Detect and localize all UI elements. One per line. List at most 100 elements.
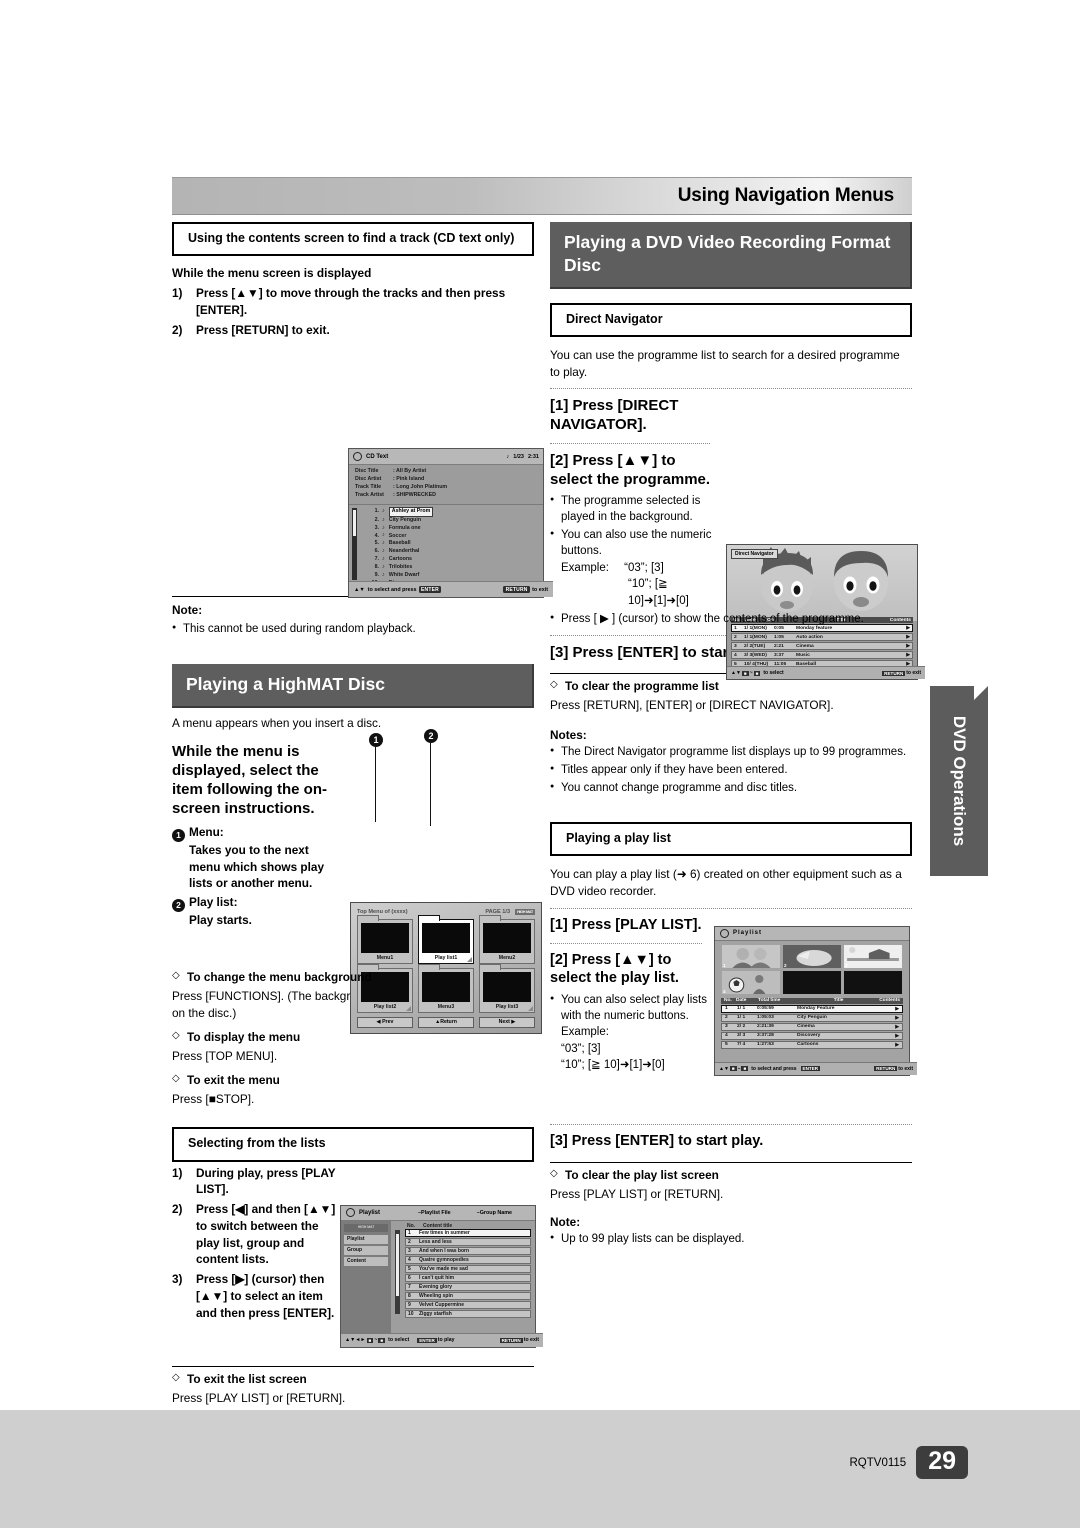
cell-date: 2/ 2(TUE) xyxy=(744,643,766,649)
cell-no: 2 xyxy=(734,634,737,640)
playlist-row[interactable]: 9 Velvet Cuppermine xyxy=(405,1300,531,1309)
track-title: Trilobites xyxy=(388,564,413,571)
table-row[interactable]: 3 2/ 2(TUE) 2:21 Cinema ▶ xyxy=(731,642,913,651)
track-row[interactable]: 2. ♪ City Penguin xyxy=(365,517,539,525)
thumbnail[interactable]: 4 xyxy=(722,970,780,994)
playlist-row[interactable]: 6 I can't quit him xyxy=(405,1273,531,1282)
highmat-cell-playlist1[interactable]: Play list1 xyxy=(418,914,474,964)
direct-navigator-tag: Direct Navigator xyxy=(731,549,778,560)
dn-step-1: [1] Press [DIRECT NAVIGATOR]. xyxy=(550,397,679,434)
section-heading-selecting-lists: Selecting from the lists xyxy=(172,1127,534,1162)
playlist-label: Playlist xyxy=(359,1209,381,1216)
next-button[interactable]: Next ▶ xyxy=(479,1016,535,1028)
chevron-right-icon: ▶ xyxy=(906,635,910,641)
meta-label: Disc Title xyxy=(355,468,379,475)
dotted-divider xyxy=(550,942,702,944)
page-footer: RQTV0115 29 xyxy=(0,1410,1080,1528)
cell-no: 4 xyxy=(734,652,737,658)
chevron-right-icon: ▶ xyxy=(895,1042,899,1048)
cell-label: Menu2 xyxy=(498,954,516,961)
callout-1: 1 xyxy=(369,732,383,747)
callout-2-leader xyxy=(430,742,432,826)
note-icon: ♪ xyxy=(382,524,385,531)
table-row[interactable]: 4 3/ 3(WED) 3:37 Music ▶ xyxy=(731,651,913,660)
exit-list-text: Press [PLAY LIST] or [RETURN]. xyxy=(172,1390,346,1405)
table-row[interactable]: 2 1/ 1 1:05:03 City Penguin ▶ xyxy=(721,1013,903,1022)
highmat-cell-menu1[interactable]: Menu1 xyxy=(357,914,413,964)
elapsed-time: 2:31 xyxy=(527,453,539,460)
col-no: No. xyxy=(724,998,732,1004)
highmat-playlist-screen: Playlist –Playlist File –Group Name HIGH… xyxy=(340,1204,543,1348)
note-text: Up to 99 play lists can be displayed. xyxy=(550,1231,912,1247)
playlist-row[interactable]: 3 And when I was born xyxy=(405,1246,531,1255)
track-row[interactable]: 7. ♪ Cartoons xyxy=(365,556,539,564)
fold-corner-icon xyxy=(406,1005,411,1011)
play-list-footer: ▲▼ ■ – ■ to select and press ENTER RETURN … xyxy=(715,1061,917,1075)
track-row[interactable]: 5. ♪ Baseball xyxy=(365,540,539,548)
cd-text-track-list[interactable]: 1. ♪ Ashley at Prom 2. ♪ City Penguin 3. ♪ For… xyxy=(349,505,543,586)
dotted-divider xyxy=(550,442,710,444)
callout-2: 2 xyxy=(424,728,438,743)
playlist-file-col: –Playlist File xyxy=(418,1209,451,1216)
playlist-row[interactable]: 1 Few times in summer xyxy=(405,1228,531,1237)
table-row[interactable]: 5 7/ 4 1:27:53 Cartoons ▶ xyxy=(721,1040,903,1049)
playlist-row[interactable]: 8 Wheeling spin xyxy=(405,1291,531,1300)
note-icon: ♪ xyxy=(382,532,385,539)
sidebar-item-group[interactable]: Group xyxy=(344,1245,388,1255)
thumbnail[interactable]: 2 xyxy=(783,944,841,968)
play-list-thumbnails: 1 2 3 4 xyxy=(715,941,909,998)
clear-play-list-title: To clear the play list screen xyxy=(550,1168,912,1182)
subsection-heading-direct-navigator: Direct Navigator xyxy=(550,302,912,337)
foot-hint: to select and press xyxy=(367,586,417,593)
playlist-row[interactable]: 5 You've made me sad xyxy=(405,1264,531,1273)
highmat-item-1-text: Takes you to the next menu which shows p… xyxy=(189,842,325,891)
cell-label: Play list2 xyxy=(373,1003,397,1010)
lists-step-3: 3) Press [▶] (cursor) then [▲▼] to selec… xyxy=(172,1271,340,1321)
track-row[interactable]: 9. ♪ White Dwarf xyxy=(365,572,539,580)
dpad-icon: ▲▼ xyxy=(354,586,365,593)
cd-text-label: CD Text xyxy=(366,453,389,460)
playlist-row[interactable]: 4 Quatre gymnopedies xyxy=(405,1255,531,1264)
note-icon: ♪ xyxy=(382,564,385,571)
prev-button[interactable]: ◀ Prev xyxy=(357,1016,413,1028)
table-headers: No. Date Total time Title Contents xyxy=(721,997,903,1004)
track-row[interactable]: 1. ♪ Ashley at Prom xyxy=(365,507,539,517)
playlist-row[interactable]: 7 Evening glory xyxy=(405,1282,531,1291)
sidebar-item-content[interactable]: Content xyxy=(344,1256,388,1266)
track-no: 1. xyxy=(374,508,379,514)
chevron-right-icon: ▶ xyxy=(906,653,910,659)
table-row[interactable]: 2 1/ 1(MON) 1:05 Auto action ▶ xyxy=(731,633,913,642)
track-position: 1/23 xyxy=(513,453,524,460)
group-name-col: –Group Name xyxy=(476,1209,513,1216)
foot-hint-exit: to exit xyxy=(898,1065,913,1072)
thumbnail[interactable]: 3 xyxy=(844,944,902,968)
playlist-row[interactable]: 10 Ziggy starfish xyxy=(405,1309,531,1318)
return-button[interactable]: ▲Return xyxy=(418,1016,474,1028)
table-row[interactable]: 1 1/ 1 0:05:59 Monday Feature ▶ xyxy=(721,1004,903,1013)
step-number: 2) xyxy=(172,1202,183,1217)
note-icon: ♪ xyxy=(382,516,385,523)
row-no: 3 xyxy=(408,1247,411,1254)
display-menu-text: Press [TOP MENU]. xyxy=(172,1048,278,1063)
callout-1-leader xyxy=(375,746,377,822)
document-code: RQTV0115 xyxy=(849,1456,907,1469)
playlist-rows[interactable]: 1 Few times in summer 2 Less and less 3 And… xyxy=(394,1228,531,1318)
highmat-cell-menu2[interactable]: Menu2 xyxy=(479,914,535,964)
track-row[interactable]: 8. ♪ Trilobites xyxy=(365,564,539,572)
sidebar-item-playlist[interactable]: Playlist xyxy=(344,1234,388,1244)
badge-1: 1 xyxy=(172,828,185,842)
meta-value: : Long John Platinum xyxy=(393,484,448,491)
table-row[interactable]: 4 3/ 3 3:37:28 Discovery ▶ xyxy=(721,1031,903,1040)
play-list-table[interactable]: No. Date Total time Title Contents 1 1/ 1… xyxy=(715,997,909,1049)
scrollbar[interactable] xyxy=(395,1229,400,1314)
track-row[interactable]: 6. ♪ Neanderthal xyxy=(365,548,539,556)
track-row[interactable]: 4. ♪ Soccer xyxy=(365,532,539,540)
table-row[interactable]: 3 2/ 2 2:21:39 Cinema ▶ xyxy=(721,1022,903,1031)
thumbnail[interactable]: 1 xyxy=(722,944,780,968)
playlist-row[interactable]: 2 Less and less xyxy=(405,1237,531,1246)
display-menu-title: To display the menu xyxy=(172,1030,534,1044)
scrollbar[interactable] xyxy=(352,508,357,580)
cd-text-status: ♪ 1/23 2:31 xyxy=(507,454,539,460)
note-item: You cannot change programme and disc tit… xyxy=(550,780,912,796)
track-row[interactable]: 3. ♪ Formula one xyxy=(365,525,539,533)
